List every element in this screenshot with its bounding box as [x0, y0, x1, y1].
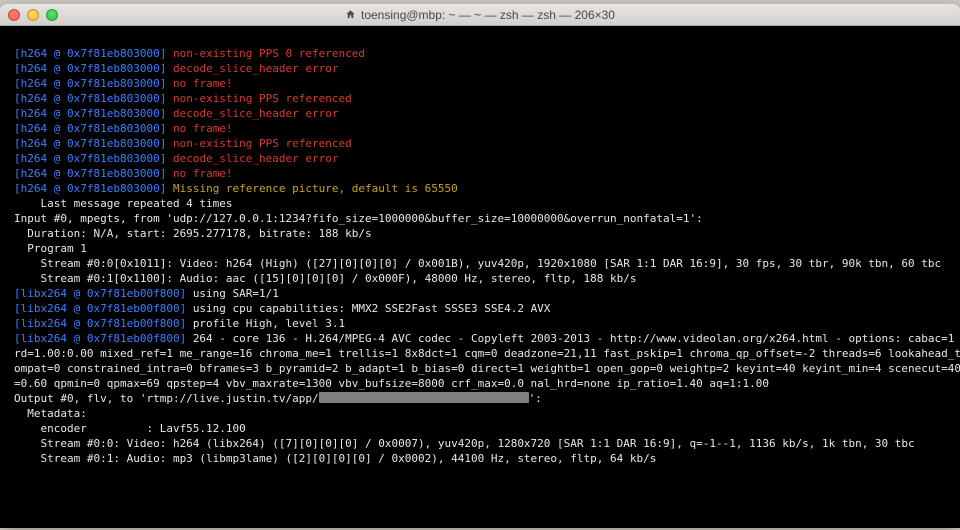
log-line: Stream #0:1[0x1100]: Audio: aac ([15][0]… — [14, 272, 637, 285]
log-prefix: [h264 @ 0x7f81eb803000] — [14, 47, 166, 60]
log-info: profile High, level 3.1 — [193, 317, 345, 330]
log-line: ': — [529, 392, 542, 405]
window-title: toensing@mbp: ~ — ~ — zsh — zsh — 206×30 — [0, 8, 960, 22]
window-title-text: toensing@mbp: ~ — ~ — zsh — zsh — 206×30 — [361, 8, 615, 22]
minimize-icon[interactable] — [27, 9, 39, 21]
log-line: Last message repeated 4 times — [14, 197, 233, 210]
zoom-icon[interactable] — [46, 9, 58, 21]
log-error: no frame! — [173, 77, 233, 90]
log-prefix: [h264 @ 0x7f81eb803000] — [14, 137, 166, 150]
log-prefix: [libx264 @ 0x7f81eb00f800] — [14, 332, 186, 345]
log-line: Program 1 — [14, 242, 87, 255]
log-error: decode_slice_header error — [173, 152, 339, 165]
log-line: Stream #0:0: Video: h264 (libx264) ([7][… — [14, 437, 915, 450]
log-line: =0.60 qpmin=0 qpmax=69 qpstep=4 vbv_maxr… — [14, 377, 769, 390]
terminal-window: toensing@mbp: ~ — ~ — zsh — zsh — 206×30… — [0, 4, 960, 528]
log-error: non-existing PPS referenced — [173, 137, 352, 150]
log-prefix: [h264 @ 0x7f81eb803000] — [14, 122, 166, 135]
log-prefix: [libx264 @ 0x7f81eb00f800] — [14, 302, 186, 315]
log-info: 264 - core 136 - H.264/MPEG-4 AVC codec … — [193, 332, 960, 345]
log-error: no frame! — [173, 122, 233, 135]
titlebar[interactable]: toensing@mbp: ~ — ~ — zsh — zsh — 206×30 — [0, 4, 960, 26]
log-line: encoder : Lavf55.12.100 — [14, 422, 246, 435]
log-error: decode_slice_header error — [173, 62, 339, 75]
close-icon[interactable] — [8, 9, 20, 21]
log-line: rd=1.00:0.00 mixed_ref=1 me_range=16 chr… — [14, 347, 960, 360]
log-line: Duration: N/A, start: 2695.277178, bitra… — [14, 227, 372, 240]
terminal-body[interactable]: [h264 @ 0x7f81eb803000] non-existing PPS… — [0, 26, 960, 481]
traffic-lights — [0, 9, 58, 21]
log-line: Stream #0:1: Audio: mp3 (libmp3lame) ([2… — [14, 452, 656, 465]
log-error: no frame! — [173, 167, 233, 180]
log-line: Metadata: — [14, 407, 87, 420]
log-line: Input #0, mpegts, from 'udp://127.0.0.1:… — [14, 212, 703, 225]
home-icon — [345, 9, 356, 20]
log-prefix: [h264 @ 0x7f81eb803000] — [14, 167, 166, 180]
log-prefix: [h264 @ 0x7f81eb803000] — [14, 152, 166, 165]
log-warning: Missing reference picture, default is 65… — [173, 182, 458, 195]
log-prefix: [h264 @ 0x7f81eb803000] — [14, 107, 166, 120]
log-error: non-existing PPS referenced — [173, 92, 352, 105]
log-prefix: [libx264 @ 0x7f81eb00f800] — [14, 317, 186, 330]
redacted-block — [319, 392, 529, 403]
log-prefix: [h264 @ 0x7f81eb803000] — [14, 77, 166, 90]
log-line: Output #0, flv, to 'rtmp://live.justin.t… — [14, 392, 319, 405]
log-line: ompat=0 constrained_intra=0 bframes=3 b_… — [14, 362, 960, 375]
log-error: non-existing PPS 0 referenced — [173, 47, 365, 60]
log-prefix: [h264 @ 0x7f81eb803000] — [14, 92, 166, 105]
log-error: decode_slice_header error — [173, 107, 339, 120]
log-prefix: [h264 @ 0x7f81eb803000] — [14, 182, 166, 195]
log-info: using cpu capabilities: MMX2 SSE2Fast SS… — [193, 302, 551, 315]
log-info: using SAR=1/1 — [193, 287, 279, 300]
log-prefix: [libx264 @ 0x7f81eb00f800] — [14, 287, 186, 300]
log-line: Stream #0:0[0x1011]: Video: h264 (High) … — [14, 257, 941, 270]
log-prefix: [h264 @ 0x7f81eb803000] — [14, 62, 166, 75]
